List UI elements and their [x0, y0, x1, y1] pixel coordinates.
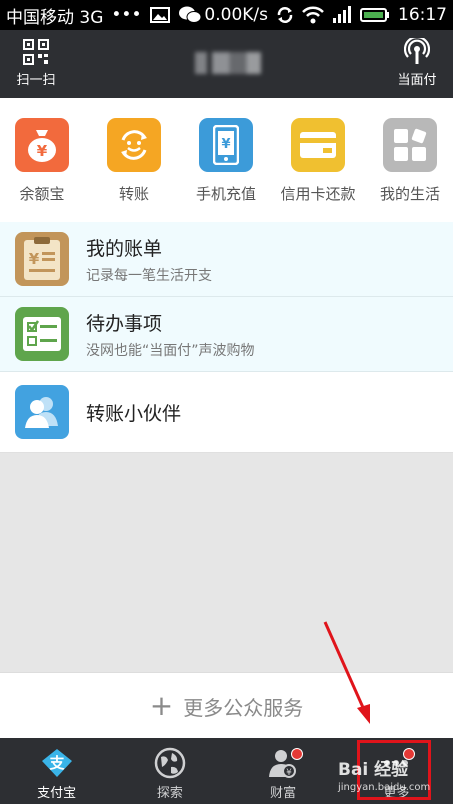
baidu-watermark-url: jingyan.baidu.com: [338, 782, 431, 793]
wechat-icon: [178, 5, 202, 25]
notification-dot: [290, 748, 303, 760]
row-title: 待办事项: [86, 313, 163, 335]
svg-text:支: 支: [48, 754, 65, 772]
tab-label: 财富: [270, 786, 297, 801]
tab-wealth[interactable]: ¥ 财富: [227, 738, 340, 804]
transfer-smile-icon: [107, 118, 161, 172]
network-speed: 0.00K/s: [204, 5, 268, 25]
svg-text:¥: ¥: [29, 250, 40, 268]
svg-text:¥: ¥: [37, 142, 48, 160]
quick-action-my-life[interactable]: 我的生活: [370, 118, 450, 204]
wifi-icon: [302, 6, 324, 24]
quick-action-label: 转账: [118, 185, 149, 203]
row-title: 我的账单: [86, 238, 163, 260]
svg-text:¥: ¥: [286, 768, 292, 778]
list-item-transfer-buddies[interactable]: 转账小伙伴: [0, 372, 453, 453]
tab-label: 支付宝: [37, 786, 77, 801]
plus-icon: +: [149, 689, 174, 722]
baidu-watermark: Bai 经验: [338, 760, 409, 780]
sync-icon: [276, 6, 294, 24]
face-pay-label: 当面付: [397, 73, 437, 88]
row-title: 转账小伙伴: [86, 403, 182, 425]
feature-list: ¥ 我的账单 记录每一笔生活开支 待办事项 没网也能“当面付”声波购物 转账小伙…: [0, 222, 453, 453]
phone-recharge-icon: ¥: [199, 118, 253, 172]
quick-action-label: 我的生活: [379, 185, 440, 203]
tab-alipay[interactable]: 支 支付宝: [0, 738, 113, 804]
checklist-icon: [15, 307, 69, 361]
battery-icon: [360, 7, 390, 23]
money-bag-icon: ¥: [15, 118, 69, 172]
bill-clipboard-icon: ¥: [15, 232, 69, 286]
tab-explore[interactable]: 探索: [113, 738, 226, 804]
quick-action-phone-recharge[interactable]: ¥ 手机充值: [186, 118, 266, 204]
tab-label: 探索: [156, 786, 183, 801]
scan-button[interactable]: 扫一扫: [6, 38, 66, 88]
app-header: 扫一扫 当面付: [0, 30, 453, 98]
image-notification-icon: [149, 7, 170, 23]
contacts-icon: [15, 385, 69, 439]
quick-action-label: 手机充值: [195, 185, 256, 203]
quick-action-transfer[interactable]: 转账: [94, 118, 174, 204]
quick-action-yuebao[interactable]: ¥ 余额宝: [2, 118, 82, 204]
quick-action-label: 信用卡还款: [280, 185, 356, 203]
row-subtitle: 记录每一笔生活开支: [86, 268, 212, 284]
list-item-todo[interactable]: 待办事项 没网也能“当面付”声波购物: [0, 297, 453, 372]
alipay-icon: 支: [0, 746, 113, 780]
quick-action-credit-card[interactable]: 信用卡还款: [278, 118, 358, 204]
notification-dots: •••: [111, 5, 142, 25]
row-subtitle: 没网也能“当面付”声波购物: [86, 343, 255, 359]
list-item-my-bill[interactable]: ¥ 我的账单 记录每一笔生活开支: [0, 222, 453, 297]
quick-action-label: 余额宝: [19, 185, 65, 203]
scan-label: 扫一扫: [16, 73, 56, 88]
wealth-person-icon: ¥: [227, 746, 340, 780]
signal-icon: [332, 6, 352, 24]
grid-icon: [383, 118, 437, 172]
face-pay-button[interactable]: 当面付: [387, 38, 447, 88]
status-bar: 中国移动 3G ••• 0.00K/s 16:17: [0, 0, 453, 30]
quick-actions: ¥ 余额宝 转账 ¥ 手机充值 信用卡还款 我的生活: [0, 98, 453, 223]
more-public-services-button[interactable]: + 更多公众服务: [0, 672, 453, 739]
globe-icon: [113, 746, 226, 780]
carrier-label: 中国移动 3G: [6, 7, 104, 28]
qr-code-icon: [6, 38, 66, 66]
more-public-services-label: 更多公众服务: [183, 695, 304, 720]
clock: 16:17: [398, 5, 447, 25]
sound-wave-icon: [387, 38, 447, 66]
credit-card-icon: [291, 118, 345, 172]
blurred-username: [195, 52, 261, 74]
svg-text:¥: ¥: [221, 137, 230, 152]
